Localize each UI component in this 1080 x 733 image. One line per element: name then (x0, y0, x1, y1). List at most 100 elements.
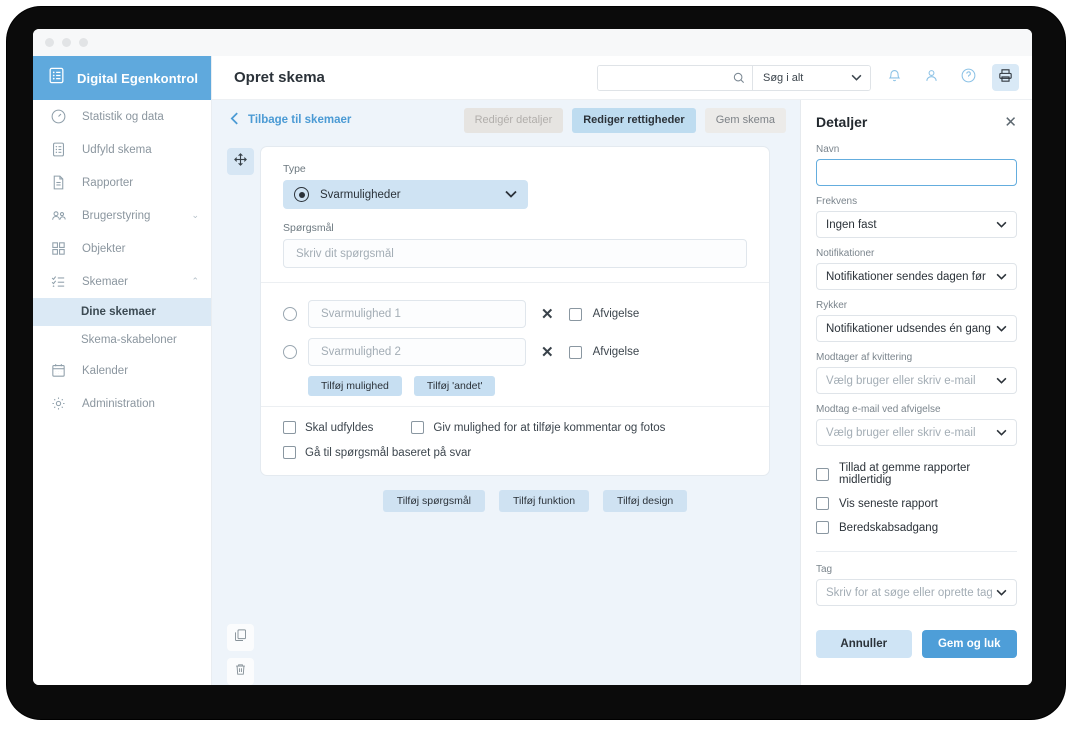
edit-details-button[interactable]: Redigér detaljer (463, 107, 564, 133)
close-icon[interactable]: ✕ (1004, 115, 1017, 130)
reminder-label: Rykker (816, 300, 848, 311)
drag-handle[interactable] (226, 148, 254, 175)
emergency-access-checkbox[interactable] (816, 521, 829, 534)
sidebar-item-rapporter[interactable]: Rapporter (33, 166, 211, 199)
cancel-button[interactable]: Annuller (816, 630, 912, 658)
reminder-value: Notifikationer udsendes én gang (826, 322, 991, 335)
option-input[interactable] (308, 300, 526, 328)
main-column: Opret skema Søg i alt Tilbage til skemae… (212, 56, 1032, 685)
deviation-checkbox[interactable] (568, 307, 582, 321)
allow-comment-photo-checkbox[interactable] (411, 421, 425, 434)
chevron-down-icon: ⌄ (191, 210, 199, 220)
save-schema-button[interactable]: Gem skema (704, 107, 786, 133)
allow-temp-reports-checkbox[interactable] (816, 467, 829, 481)
brand-header[interactable]: Digital Egenkontrol (33, 56, 211, 100)
close-icon[interactable]: ✕ (537, 307, 558, 322)
move-arrows-icon (233, 152, 248, 172)
details-divider (816, 551, 1017, 552)
gear-icon (49, 394, 68, 413)
deviation-label: Afvigelse (592, 308, 640, 320)
notifications-button[interactable] (881, 64, 908, 91)
option-actions: Tilføj mulighed Tilføj 'andet' (283, 376, 747, 396)
chevron-down-icon (505, 189, 517, 201)
question-input[interactable] (283, 239, 747, 268)
frequency-label: Frekvens (816, 196, 858, 207)
option-input[interactable] (308, 338, 526, 366)
required-label: Skal udfyldes (305, 421, 374, 434)
frequency-select[interactable]: Ingen fast (816, 211, 1017, 238)
tag-field-group: Tag Skriv for at søge eller oprette tag (816, 564, 1017, 606)
add-question-button[interactable]: Tilføj spørgsmål (382, 490, 485, 512)
required-checkbox[interactable] (283, 421, 296, 434)
allow-comment-photo-label: Giv mulighed for at tilføje kommentar og… (433, 421, 666, 434)
deviation-email-label: Modtag e-mail ved afvigelse (816, 404, 941, 415)
reminder-select[interactable]: Notifikationer udsendes én gang (816, 315, 1017, 342)
search-scope-select[interactable]: Søg i alt (752, 65, 870, 90)
add-function-button[interactable]: Tilføj funktion (499, 490, 590, 512)
receipt-recipient-value: Vælg bruger eller skriv e-mail (826, 374, 976, 387)
notifications-select[interactable]: Notifikationer sendes dagen før (816, 263, 1017, 290)
duplicate-question-button[interactable] (226, 624, 254, 651)
user-icon (923, 67, 940, 89)
notifications-value: Notifikationer sendes dagen før (826, 270, 986, 283)
question-type-select[interactable]: Svarmuligheder (283, 180, 528, 209)
option-radio-icon[interactable] (283, 307, 297, 321)
add-design-button[interactable]: Tilføj design (603, 490, 688, 512)
frequency-field-group: Frekvens Ingen fast (816, 196, 1017, 238)
search-input[interactable] (598, 65, 726, 90)
deviation-label: Afvigelse (592, 346, 640, 358)
allow-temp-reports-label: Tillad at gemme rapporter midlertidig (839, 462, 971, 486)
users-icon (49, 206, 68, 225)
bell-icon (886, 67, 903, 89)
allow-temp-reports-row: Tillad at gemme rapporter midlertidig (816, 462, 1017, 486)
save-and-close-button[interactable]: Gem og luk (921, 630, 1017, 658)
sidebar-item-skemaer[interactable]: Skemaer ⌃ (33, 265, 211, 298)
question-card: Type Svarmuligheder Spørgsmål Skriv dit … (260, 146, 770, 476)
sidebar-subitem-dine-skemaer[interactable]: Dine skemaer (33, 298, 211, 326)
sidebar-item-administration[interactable]: Administration (33, 387, 211, 420)
chevron-down-icon (996, 271, 1007, 283)
sidebar-item-brugerstyring[interactable]: Brugerstyring ⌄ (33, 199, 211, 232)
add-other-option-button[interactable]: Tilføj 'andet' (413, 376, 496, 396)
tag-select[interactable]: Skriv for at søge eller oprette tag (816, 579, 1017, 606)
top-bar: Opret skema Søg i alt (212, 56, 1032, 100)
notifications-field-group: Notifikationer Notifikationer sendes dag… (816, 248, 1017, 290)
sidebar-item-objekter[interactable]: Objekter (33, 232, 211, 265)
sidebar-item-udfyld-skema[interactable]: Udfyld skema (33, 133, 211, 166)
deviation-email-select[interactable]: Vælg bruger eller skriv e-mail (816, 419, 1017, 446)
copy-icon (233, 628, 248, 648)
name-input[interactable] (816, 159, 1017, 186)
close-icon[interactable]: ✕ (537, 345, 558, 360)
branch-logic-checkbox[interactable] (283, 446, 296, 459)
sidebar-item-statistik[interactable]: Statistik og data (33, 100, 211, 133)
card-gutter (220, 140, 260, 685)
sidebar-subitem-label: Skema-skabeloner (81, 334, 177, 346)
chevron-down-icon (996, 427, 1007, 439)
edit-permissions-button[interactable]: Rediger rettigheder (572, 107, 696, 133)
grid-qr-icon (49, 239, 68, 258)
deviation-checkbox[interactable] (568, 345, 582, 359)
document-icon (49, 173, 68, 192)
add-option-button[interactable]: Tilføj mulighed (308, 376, 402, 396)
sidebar-item-kalender[interactable]: Kalender (33, 354, 211, 387)
back-to-schemas-link[interactable]: Tilbage til skemaer (230, 112, 455, 128)
emergency-access-row: Beredskabsadgang (816, 521, 1017, 534)
window-maximize-dot[interactable] (79, 38, 88, 47)
help-circle-icon (960, 67, 977, 89)
checklist-icon (49, 272, 68, 291)
help-button[interactable] (955, 64, 982, 91)
option-radio-icon[interactable] (283, 345, 297, 359)
calendar-icon (49, 361, 68, 380)
show-latest-report-checkbox[interactable] (816, 497, 829, 510)
receipt-recipient-select[interactable]: Vælg bruger eller skriv e-mail (816, 367, 1017, 394)
window-close-dot[interactable] (45, 38, 54, 47)
delete-question-button[interactable] (226, 658, 254, 685)
search-icon[interactable] (726, 65, 752, 90)
window-minimize-dot[interactable] (62, 38, 71, 47)
sidebar-subitem-skema-skabeloner[interactable]: Skema-skabeloner (33, 326, 211, 354)
print-button[interactable] (992, 64, 1019, 91)
user-account-button[interactable] (918, 64, 945, 91)
frequency-value: Ingen fast (826, 218, 877, 231)
receipt-recipient-label: Modtager af kvittering (816, 352, 913, 363)
gauge-icon (49, 107, 68, 126)
